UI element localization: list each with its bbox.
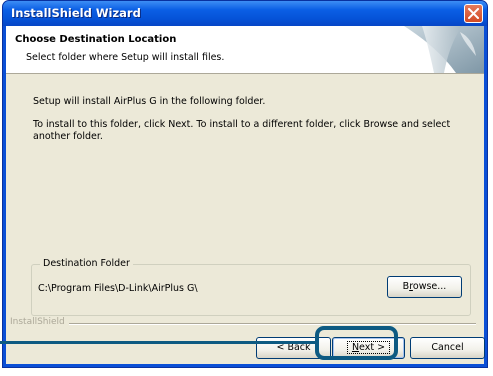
browse-button[interactable]: Browse... [387, 276, 462, 298]
footer-separator [46, 323, 476, 325]
next-button-callout-highlight [315, 326, 398, 360]
installshield-header-graphic [404, 26, 484, 73]
installshield-wizard-window: InstallShield Wizard Choose Destination … [2, 0, 488, 368]
browse-label-post: owse... [412, 281, 447, 292]
close-button[interactable] [464, 4, 483, 23]
header-title: Choose Destination Location [15, 34, 177, 45]
destination-path: C:\Program Files\D-Link\AirPlus G\ [38, 283, 198, 294]
cancel-label: Cancel [431, 342, 464, 353]
dialog-client-area: Choose Destination Location Select folde… [6, 26, 485, 364]
header-subtitle: Select folder where Setup will install f… [26, 52, 225, 63]
installshield-branding: InstallShield [10, 317, 69, 327]
instructions-text-line1: To install to this folder, click Next. T… [33, 119, 451, 130]
instructions-text-line2: another folder. [33, 131, 103, 142]
callout-pointer-line [0, 341, 315, 344]
title-bar[interactable]: InstallShield Wizard [3, 1, 487, 26]
window-title: InstallShield Wizard [11, 6, 141, 20]
cancel-button[interactable]: Cancel [410, 337, 485, 359]
destination-folder-legend: Destination Folder [40, 258, 133, 269]
wizard-header: Choose Destination Location Select folde… [6, 26, 484, 74]
install-info-text: Setup will install AirPlus G in the foll… [33, 96, 266, 107]
close-icon [468, 8, 479, 19]
